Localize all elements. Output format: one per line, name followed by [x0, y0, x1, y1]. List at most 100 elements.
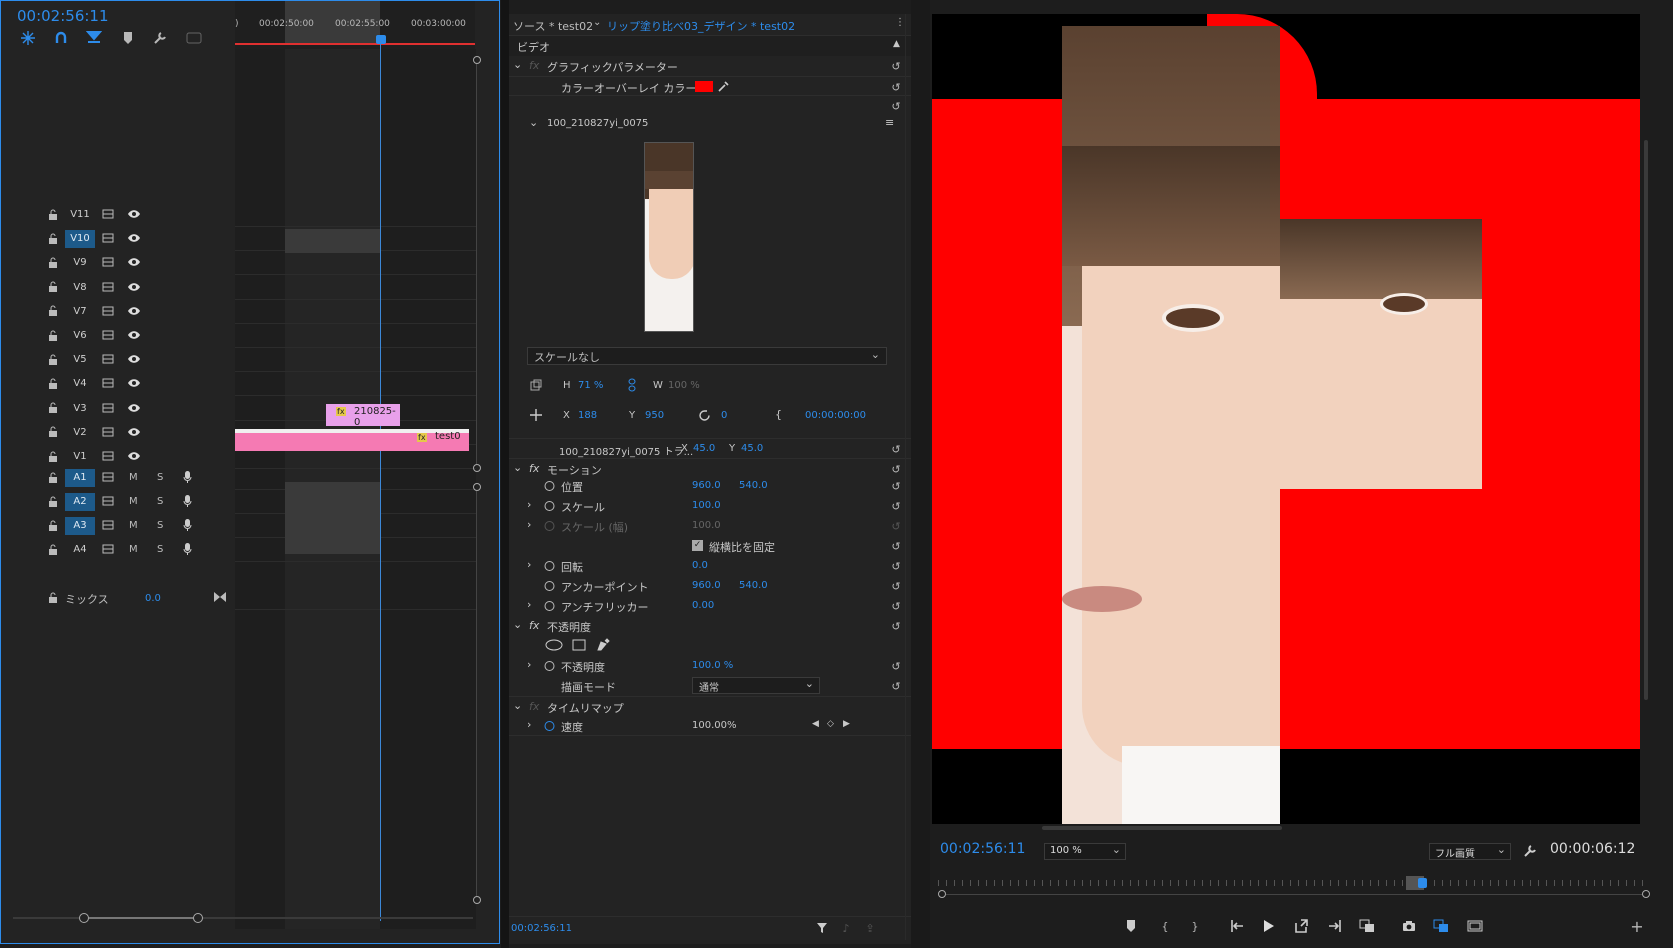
solo-button[interactable]: S: [157, 472, 163, 483]
playhead-handle[interactable]: [376, 35, 386, 44]
property-value[interactable]: 100.0: [692, 500, 721, 511]
sync-lock-icon[interactable]: [101, 305, 115, 317]
track-name[interactable]: V11: [65, 206, 95, 224]
lock-icon[interactable]: [47, 591, 59, 603]
sync-lock-icon[interactable]: [101, 519, 115, 531]
reset-icon[interactable]: ↺: [889, 539, 903, 553]
prev-keyframe-icon[interactable]: ◀: [812, 719, 819, 729]
wrench-icon[interactable]: [1522, 843, 1538, 859]
eyedropper-icon[interactable]: [717, 79, 731, 93]
transform-x-value[interactable]: 45.0: [693, 443, 715, 454]
chevron-right-icon[interactable]: ›: [527, 598, 531, 611]
clip-v10[interactable]: [285, 229, 380, 253]
add-marker-icon[interactable]: [1122, 917, 1140, 935]
motion-row[interactable]: ⌄ fx モーション ↺: [509, 458, 911, 478]
eye-icon[interactable]: [127, 329, 141, 341]
solo-button[interactable]: S: [157, 496, 163, 507]
fx-icon[interactable]: fx: [529, 59, 539, 72]
audio-scrollbar[interactable]: [473, 483, 481, 904]
property-value-y[interactable]: 540.0: [739, 480, 768, 491]
lock-icon[interactable]: [47, 208, 59, 220]
eye-icon[interactable]: [127, 377, 141, 389]
mark-out-icon[interactable]: }: [1186, 917, 1204, 935]
x-value[interactable]: 188: [578, 410, 597, 421]
rectangle-mask-icon[interactable]: [571, 638, 587, 652]
panel-gutter[interactable]: [911, 0, 930, 948]
reset-icon[interactable]: ↺: [889, 619, 903, 633]
reset-icon[interactable]: ↺: [889, 479, 903, 493]
wrench-icon[interactable]: [151, 29, 169, 47]
lock-icon[interactable]: [47, 402, 59, 414]
linked-selection-icon[interactable]: [52, 29, 70, 47]
chevron-down-icon[interactable]: ⌄: [513, 58, 522, 71]
checkbox[interactable]: ✓: [692, 540, 703, 551]
mic-icon[interactable]: [181, 518, 193, 532]
reset-icon[interactable]: ↺: [889, 599, 903, 613]
h-value[interactable]: 71 %: [578, 380, 603, 391]
lock-icon[interactable]: [47, 519, 59, 531]
chevron-down-icon[interactable]: ⌄: [513, 699, 522, 712]
video-scrollbar[interactable]: [473, 56, 481, 472]
sync-lock-icon[interactable]: [101, 281, 115, 293]
chevron-right-icon[interactable]: ›: [527, 518, 531, 531]
sync-lock-icon[interactable]: [101, 495, 115, 507]
mute-button[interactable]: M: [129, 520, 138, 531]
playhead-handle[interactable]: [1418, 878, 1427, 888]
fx-icon[interactable]: fx: [529, 700, 539, 713]
camera-icon[interactable]: [1400, 917, 1418, 935]
track-name[interactable]: V9: [65, 254, 95, 272]
y-value[interactable]: 950: [645, 410, 664, 421]
next-keyframe-icon[interactable]: ▶: [843, 719, 850, 729]
stopwatch-icon[interactable]: [543, 599, 555, 611]
reset-icon[interactable]: ↺: [889, 499, 903, 513]
speed-value[interactable]: 100.00%: [692, 720, 737, 731]
mix-value[interactable]: 0.0: [145, 593, 161, 604]
eye-icon[interactable]: [127, 426, 141, 438]
step-forward-icon[interactable]: [1292, 917, 1310, 935]
lock-icon[interactable]: [47, 471, 59, 483]
lift-icon[interactable]: [1358, 917, 1376, 935]
marker-icon[interactable]: [119, 29, 137, 47]
canvas-v-scrollbar[interactable]: [1644, 140, 1648, 700]
opacity-value[interactable]: 100.0 %: [692, 660, 733, 671]
reset-icon[interactable]: ↺: [889, 679, 903, 693]
lock-icon[interactable]: [47, 305, 59, 317]
chevron-down-icon[interactable]: ⌄: [513, 461, 522, 474]
track-name[interactable]: V8: [65, 279, 95, 297]
blend-mode-select[interactable]: 通常 ⌄: [692, 677, 820, 694]
chevron-down-icon[interactable]: ⌄: [529, 116, 538, 129]
sync-lock-icon[interactable]: [101, 377, 115, 389]
opacity-section-row[interactable]: ⌄ fx 不透明度 ↺: [509, 616, 911, 636]
w-value[interactable]: 100 %: [668, 380, 700, 391]
add-keyframe-icon[interactable]: ◇: [827, 719, 834, 729]
eye-icon[interactable]: [127, 208, 141, 220]
filter-icon[interactable]: [815, 921, 829, 935]
lock-icon[interactable]: [47, 256, 59, 268]
solo-button[interactable]: S: [157, 520, 163, 531]
sync-lock-icon[interactable]: [101, 543, 115, 555]
mute-button[interactable]: M: [129, 472, 138, 483]
property-value[interactable]: 960.0: [692, 580, 721, 591]
stopwatch-icon[interactable]: [543, 579, 555, 591]
sync-lock-icon[interactable]: [101, 232, 115, 244]
quality-select[interactable]: フル画質 ⌄: [1429, 843, 1511, 860]
eye-icon[interactable]: [127, 305, 141, 317]
track-name[interactable]: V7: [65, 303, 95, 321]
clip-v3[interactable]: fx 210825-0: [326, 404, 400, 428]
reset-icon[interactable]: ↺: [889, 579, 903, 593]
solo-button[interactable]: S: [157, 544, 163, 555]
reset-icon[interactable]: ↺: [889, 559, 903, 573]
snap-icon[interactable]: [19, 29, 37, 47]
rotation-small-value[interactable]: 0: [721, 410, 727, 421]
sync-lock-icon[interactable]: [101, 256, 115, 268]
timeline-zoom-scrollbar[interactable]: [13, 913, 473, 923]
play-icon[interactable]: [1260, 917, 1278, 935]
mic-icon[interactable]: [181, 542, 193, 556]
track-name[interactable]: A4: [65, 541, 95, 559]
property-value[interactable]: 100.0: [692, 520, 721, 531]
mic-icon[interactable]: [181, 494, 193, 508]
time-ruler[interactable]: ) 00:02:50:00 00:02:55:00 00:03:00:00: [235, 1, 475, 49]
color-swatch[interactable]: [695, 81, 713, 92]
reset-icon[interactable]: ↺: [889, 462, 903, 476]
sync-lock-icon[interactable]: [101, 471, 115, 483]
